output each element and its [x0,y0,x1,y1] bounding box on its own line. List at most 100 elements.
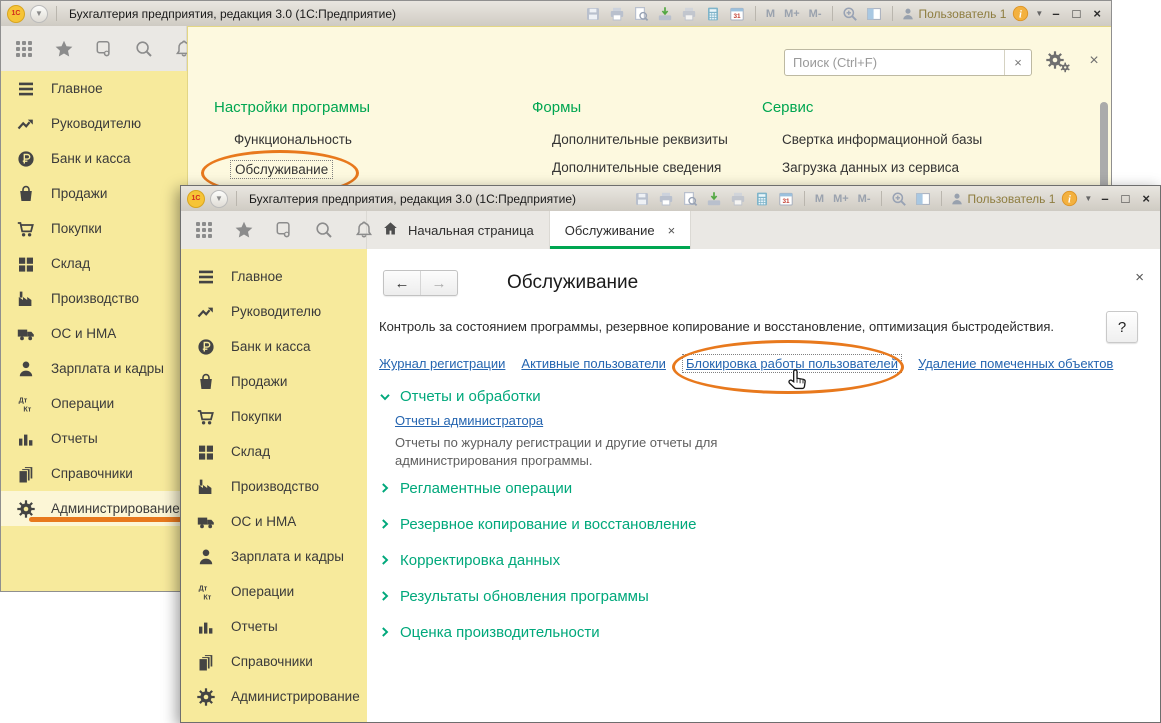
dropdown-arrow-icon[interactable]: ▼ [1084,194,1092,203]
sidebar-item-7[interactable]: Производство [181,469,367,504]
print-documents-icon[interactable] [729,189,748,208]
sidebar-item-6[interactable]: Склад [1,246,187,281]
memory-button-m-[interactable]: M- [856,193,873,205]
link-user-lock[interactable]: Блокировка работы пользователей [682,354,902,373]
sidebar-item-2[interactable]: Руководителю [181,294,367,329]
favorites-star-icon[interactable] [54,39,74,59]
info-button[interactable]: i [1011,4,1030,23]
maximize-button[interactable]: □ [1069,6,1085,21]
panel-item-base-collapse[interactable]: Свертка информационной базы [782,132,982,147]
split-view-icon[interactable] [914,189,933,208]
memory-button-m[interactable]: M [813,193,826,205]
print-icon[interactable] [657,189,676,208]
memory-button-m+[interactable]: M+ [831,193,851,205]
sidebar-item-1[interactable]: Главное [1,71,187,106]
back-button[interactable]: ← [384,271,420,295]
sidebar-item-12[interactable]: Справочники [181,644,367,679]
print-preview-icon[interactable] [632,4,651,23]
info-button[interactable]: i [1060,189,1079,208]
save-icon[interactable] [584,4,603,23]
sidebar-item-6[interactable]: Склад [181,434,367,469]
sidebar-item-9[interactable]: Зарплата и кадры [181,539,367,574]
panel-item-service[interactable]: Обслуживание [230,160,333,179]
memory-button-m[interactable]: M [764,8,777,20]
page-close-button[interactable]: × [1135,269,1144,286]
close-button[interactable]: × [1089,6,1105,21]
history-scroll-icon[interactable] [274,220,294,240]
sidebar-item-3[interactable]: Банк и касса [181,329,367,364]
link-admin-reports[interactable]: Отчеты администратора [395,413,543,428]
menu-lines-icon [196,267,216,287]
clear-search-button[interactable]: × [1004,50,1031,75]
split-view-icon[interactable] [865,4,884,23]
close-button[interactable]: × [1138,191,1154,206]
link-active-users[interactable]: Активные пользователи [521,356,666,371]
sidebar-item-4[interactable]: Продажи [1,176,187,211]
link-marked-objects-deletion[interactable]: Удаление помеченных объектов [918,356,1113,371]
tab-close-icon[interactable]: × [668,223,676,238]
sidebar-item-7[interactable]: Производство [1,281,187,316]
sidebar-item-1[interactable]: Главное [181,259,367,294]
history-scroll-icon[interactable] [94,39,114,59]
data-load-icon[interactable] [705,189,724,208]
print-icon[interactable] [608,4,627,23]
zoom-in-icon[interactable] [890,189,909,208]
save-icon[interactable] [633,189,652,208]
calendar-icon[interactable]: 31 [777,189,796,208]
sidebar-item-12[interactable]: Справочники [1,456,187,491]
search-magnifier-icon[interactable] [134,39,154,59]
maximize-button[interactable]: □ [1118,191,1134,206]
calculator-icon[interactable] [753,189,772,208]
sidebar-item-13[interactable]: Администрирование [181,679,367,714]
panel-item-functionality[interactable]: Функциональность [234,132,352,147]
sidebar-item-8[interactable]: ОС и НМА [1,316,187,351]
apps-menu-icon[interactable] [14,39,34,59]
minimize-button[interactable]: – [1097,191,1112,206]
sidebar-item-11[interactable]: Отчеты [181,609,367,644]
apps-menu-icon[interactable] [194,220,214,240]
help-button[interactable]: ? [1106,311,1138,343]
sidebar-item-2[interactable]: Руководителю [1,106,187,141]
tab-home-page[interactable]: Начальная страница [367,211,550,249]
sidebar-item-8[interactable]: ОС и НМА [181,504,367,539]
sidebar-item-10[interactable]: ДтКтОперации [181,574,367,609]
memory-button-m+[interactable]: M+ [782,8,802,20]
system-menu-button[interactable]: ▼ [30,5,48,23]
minimize-button[interactable]: – [1048,6,1063,21]
section-3[interactable]: Резервное копирование и восстановление [379,506,697,542]
dropdown-arrow-icon[interactable]: ▼ [1035,9,1043,18]
panel-close-button[interactable]: × [1084,51,1104,71]
memory-button-m-[interactable]: M- [807,8,824,20]
panel-settings-gear-icon[interactable] [1044,48,1072,76]
sidebar-item-11[interactable]: Отчеты [1,421,187,456]
sidebar-item-9[interactable]: Зарплата и кадры [1,351,187,386]
zoom-in-icon[interactable] [841,4,860,23]
panel-item-extra-attributes[interactable]: Дополнительные реквизиты [552,132,728,147]
section-4[interactable]: Корректировка данных [379,542,697,578]
link-registration-journal[interactable]: Журнал регистрации [379,356,505,371]
tab-service[interactable]: Обслуживание × [550,211,691,249]
user-menu[interactable]: Пользователь 1 [901,7,1007,21]
sidebar-item-5[interactable]: Покупки [1,211,187,246]
print-documents-icon[interactable] [680,4,699,23]
calculator-icon[interactable] [704,4,723,23]
sidebar-item-5[interactable]: Покупки [181,399,367,434]
sidebar-item-3[interactable]: Банк и касса [1,141,187,176]
panel-item-service-data-load[interactable]: Загрузка данных из сервиса [782,160,959,175]
system-menu-button[interactable]: ▼ [210,190,228,208]
search-magnifier-icon[interactable] [314,220,334,240]
forward-button[interactable]: → [420,271,457,295]
favorites-star-icon[interactable] [234,220,254,240]
section-5[interactable]: Результаты обновления программы [379,578,697,614]
section-2[interactable]: Регламентные операции [379,470,697,506]
section-6[interactable]: Оценка производительности [379,614,697,650]
data-load-icon[interactable] [656,4,675,23]
print-preview-icon[interactable] [681,189,700,208]
panel-item-extra-info[interactable]: Дополнительные сведения [552,160,721,175]
user-menu[interactable]: Пользователь 1 [950,192,1056,206]
sidebar-item-4[interactable]: Продажи [181,364,367,399]
calendar-icon[interactable]: 31 [728,4,747,23]
section-reports-processing[interactable]: Отчеты и обработки [379,388,541,405]
search-input[interactable] [785,50,1004,75]
sidebar-item-10[interactable]: ДтКтОперации [1,386,187,421]
